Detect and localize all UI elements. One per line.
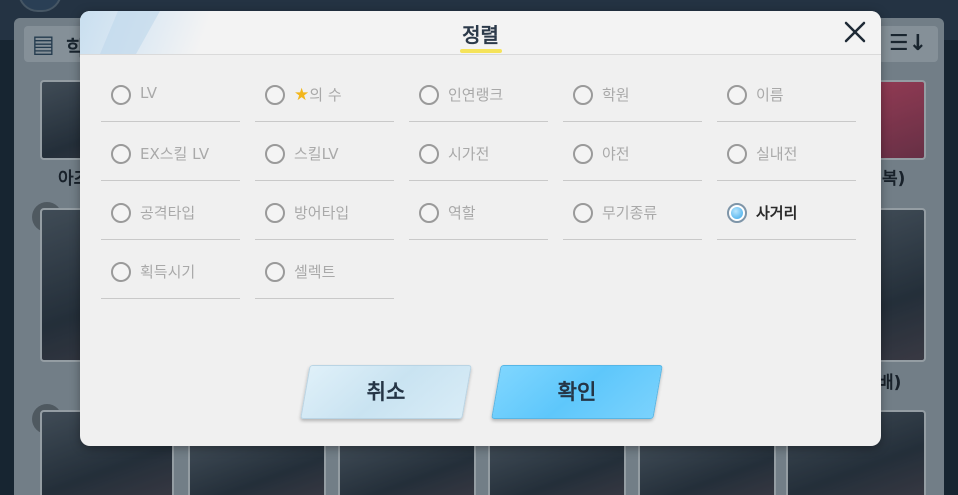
sort-option-label: 역할 xyxy=(448,202,476,223)
radio-button[interactable] xyxy=(111,144,131,164)
radio-button[interactable] xyxy=(265,144,285,164)
sort-option-label: 획득시기 xyxy=(140,261,195,282)
cancel-button[interactable]: 취소 xyxy=(300,365,472,419)
sort-option[interactable]: 실내전 xyxy=(717,124,856,181)
sort-option[interactable]: ★의 수 xyxy=(255,65,394,122)
radio-button[interactable] xyxy=(111,85,131,105)
close-icon xyxy=(844,21,866,43)
sort-option-text: 셀렉트 xyxy=(294,263,336,281)
radio-button[interactable] xyxy=(727,144,747,164)
sort-option-text: 획득시기 xyxy=(140,263,196,281)
sort-option-text: 스킬LV xyxy=(294,145,339,163)
sort-option[interactable]: 무기종류 xyxy=(563,183,702,240)
sort-option-label: 인연랭크 xyxy=(448,84,503,105)
sort-option-label: 실내전 xyxy=(756,143,797,164)
radio-button[interactable] xyxy=(573,144,593,164)
sort-option-label: LV xyxy=(140,84,157,102)
sort-option[interactable]: 셀렉트 xyxy=(255,242,394,299)
sort-option[interactable]: 방어타입 xyxy=(255,183,394,240)
sort-option-text: 공격타입 xyxy=(140,204,196,222)
sort-option-label: 시가전 xyxy=(448,143,489,164)
sort-option-text: 사거리 xyxy=(756,204,798,222)
sort-option[interactable]: 이름 xyxy=(717,65,856,122)
cancel-button-label: 취소 xyxy=(366,380,406,404)
radio-button[interactable] xyxy=(265,85,285,105)
sort-option-text: LV xyxy=(140,84,157,102)
radio-button[interactable] xyxy=(727,203,747,223)
sort-option[interactable]: 야전 xyxy=(563,124,702,181)
sort-option-label: 셀렉트 xyxy=(294,261,335,282)
dialog-header: 정렬 xyxy=(80,11,881,55)
sort-dialog: 정렬 LV ★의 수 인연랭크 학원 이름 EX스킬 LV 스킬LV 시가전 야전 실내전공격타입… xyxy=(80,11,881,446)
sort-option[interactable]: 인연랭크 xyxy=(409,65,548,122)
sort-option-label: 무기종류 xyxy=(602,202,657,223)
sort-option[interactable]: 공격타입 xyxy=(101,183,240,240)
radio-button[interactable] xyxy=(265,203,285,223)
sort-option-text: 야전 xyxy=(602,145,630,163)
sort-option[interactable]: LV xyxy=(101,65,240,122)
sort-option[interactable]: 시가전 xyxy=(409,124,548,181)
sort-option-label: 이름 xyxy=(756,84,784,105)
radio-button[interactable] xyxy=(111,262,131,282)
radio-button[interactable] xyxy=(573,203,593,223)
radio-button[interactable] xyxy=(111,203,131,223)
radio-button[interactable] xyxy=(727,85,747,105)
sort-option[interactable]: 사거리 xyxy=(717,183,856,240)
sort-option[interactable]: 역할 xyxy=(409,183,548,240)
sort-option-label: 야전 xyxy=(602,143,630,164)
sort-option-label: EX스킬 LV xyxy=(140,143,209,164)
radio-button[interactable] xyxy=(265,262,285,282)
sort-option-text: 의 수 xyxy=(309,86,342,104)
sort-option-text: 실내전 xyxy=(756,145,798,163)
sort-option-text: 시가전 xyxy=(448,145,490,163)
sort-option[interactable]: 학원 xyxy=(563,65,702,122)
close-button[interactable] xyxy=(840,17,870,47)
sort-option-text: 인연랭크 xyxy=(448,86,504,104)
sort-option-label: 스킬LV xyxy=(294,143,339,164)
sort-option-text: 이름 xyxy=(756,86,784,104)
confirm-button-label: 확인 xyxy=(557,380,597,404)
sort-option[interactable]: 스킬LV xyxy=(255,124,394,181)
radio-button[interactable] xyxy=(419,144,439,164)
dialog-title: 정렬 xyxy=(462,23,499,47)
confirm-button[interactable]: 확인 xyxy=(491,365,663,419)
sort-option-text: 무기종류 xyxy=(602,204,658,222)
sort-option[interactable]: 획득시기 xyxy=(101,242,240,299)
sort-option-text: 역할 xyxy=(448,204,476,222)
sort-option[interactable]: EX스킬 LV xyxy=(101,124,240,181)
radio-button[interactable] xyxy=(419,85,439,105)
star-icon: ★ xyxy=(294,85,310,105)
sort-option-text: EX스킬 LV xyxy=(140,145,210,163)
radio-button[interactable] xyxy=(419,203,439,223)
sort-option-label: ★의 수 xyxy=(294,84,342,105)
sort-option-label: 사거리 xyxy=(756,202,797,223)
sort-option-label: 방어타입 xyxy=(294,202,349,223)
sort-option-label: 공격타입 xyxy=(140,202,195,223)
radio-button[interactable] xyxy=(573,85,593,105)
sort-option-label: 학원 xyxy=(602,84,630,105)
sort-option-text: 학원 xyxy=(602,86,630,104)
title-underline xyxy=(460,49,502,53)
sort-option-text: 방어타입 xyxy=(294,204,350,222)
